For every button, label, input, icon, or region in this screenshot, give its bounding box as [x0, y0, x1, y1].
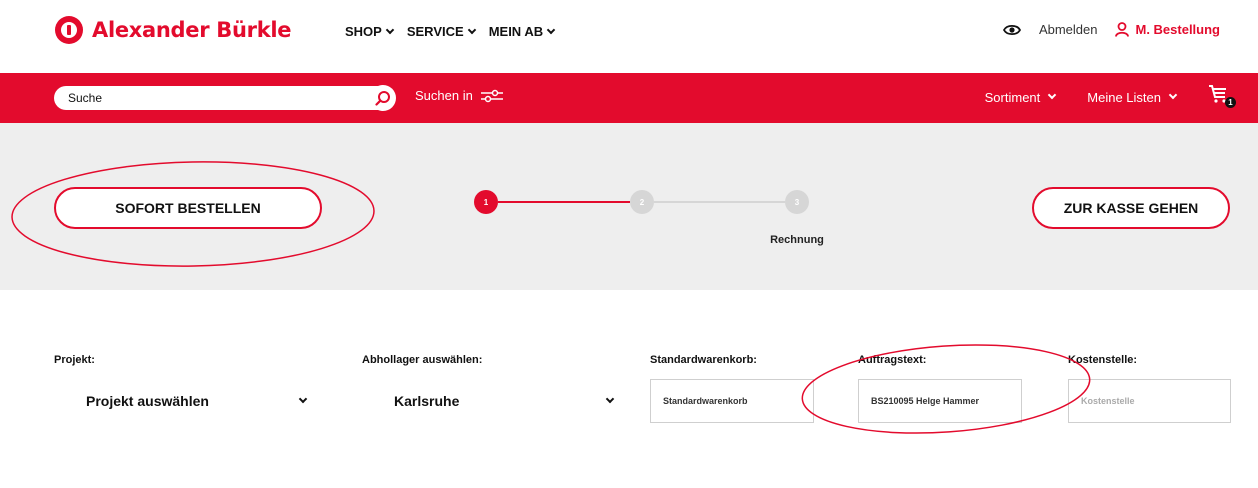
cost-center-label: Kostenstelle:: [1068, 354, 1138, 366]
cart-count-badge: 1: [1225, 97, 1236, 108]
nav-shop-label: SHOP: [345, 24, 382, 39]
order-text-field[interactable]: BS210095 Helge Hammer: [858, 379, 1022, 423]
my-lists-dropdown[interactable]: Meine Listen: [1087, 89, 1178, 105]
step-connector-2: [654, 201, 785, 203]
chevron-down-icon: [1048, 90, 1057, 100]
logo-mark-icon: [55, 16, 83, 44]
search-icon[interactable]: [370, 85, 396, 111]
step-2[interactable]: 2: [630, 190, 654, 214]
nav-service[interactable]: SERVICE: [406, 24, 476, 39]
assortment-label: Sortiment: [984, 89, 1041, 105]
account-label: M. Bestellung: [1135, 22, 1220, 37]
nav-shop[interactable]: SHOP: [345, 24, 395, 39]
nav-service-label: SERVICE: [406, 24, 464, 39]
step-3[interactable]: 3: [785, 190, 809, 214]
default-cart-field[interactable]: Standardwarenkorb: [650, 379, 814, 423]
logo[interactable]: Alexander Bürkle: [55, 16, 292, 44]
logout-link[interactable]: Abmelden: [1039, 22, 1098, 37]
chevron-down-icon: [605, 394, 615, 404]
assortment-dropdown[interactable]: Sortiment: [984, 89, 1057, 105]
chevron-down-icon: [467, 25, 476, 34]
my-lists-label: Meine Listen: [1087, 89, 1161, 105]
main-nav: SHOP SERVICE MEIN AB: [345, 24, 556, 39]
checkout-stepper-band: SOFORT BESTELLEN 1 2 3 Rechnung ZUR KASS…: [0, 123, 1258, 290]
cart-icon[interactable]: 1: [1208, 84, 1236, 108]
step-1[interactable]: 1: [474, 190, 498, 214]
search-in-label: Suchen in: [415, 88, 473, 103]
cost-center-field[interactable]: Kostenstelle: [1068, 379, 1231, 423]
project-label: Projekt:: [54, 354, 95, 366]
order-now-button[interactable]: SOFORT BESTELLEN: [54, 187, 322, 229]
chevron-down-icon: [385, 25, 395, 34]
header-actions: Abmelden M. Bestellung: [1002, 22, 1220, 37]
nav-mein-ab[interactable]: MEIN AB: [488, 24, 556, 39]
search-bar-right: Sortiment Meine Listen 1: [984, 85, 1258, 108]
search-box: [54, 85, 396, 112]
filter-icon: [480, 89, 503, 102]
default-cart-label: Standardwarenkorb:: [650, 354, 757, 366]
chevron-down-icon: [1168, 90, 1178, 100]
search-in-button[interactable]: Suchen in: [415, 88, 503, 103]
step-connector-1: [498, 201, 630, 203]
user-icon: [1115, 22, 1130, 37]
account-link[interactable]: M. Bestellung: [1115, 22, 1220, 37]
chevron-down-icon: [298, 394, 308, 404]
eye-icon[interactable]: [1002, 24, 1021, 36]
pickup-label: Abhollager auswählen:: [362, 354, 483, 366]
pickup-select-value: Karlsruhe: [394, 393, 460, 409]
nav-mein-ab-label: MEIN AB: [488, 24, 544, 39]
project-select[interactable]: Projekt auswählen: [54, 380, 332, 422]
logo-text: Alexander Bürkle: [92, 18, 292, 42]
pickup-select[interactable]: Karlsruhe: [362, 380, 639, 422]
search-input[interactable]: [54, 86, 392, 110]
top-header: Alexander Bürkle SHOP SERVICE MEIN AB Ab…: [0, 0, 1258, 73]
chevron-down-icon: [546, 25, 556, 34]
search-bar: Suchen in Sortiment Meine Listen 1: [0, 73, 1258, 123]
to-checkout-button[interactable]: ZUR KASSE GEHEN: [1032, 187, 1230, 229]
step-3-label: Rechnung: [770, 234, 824, 246]
project-select-value: Projekt auswählen: [86, 393, 209, 409]
order-text-label: Auftragstext:: [858, 354, 927, 366]
